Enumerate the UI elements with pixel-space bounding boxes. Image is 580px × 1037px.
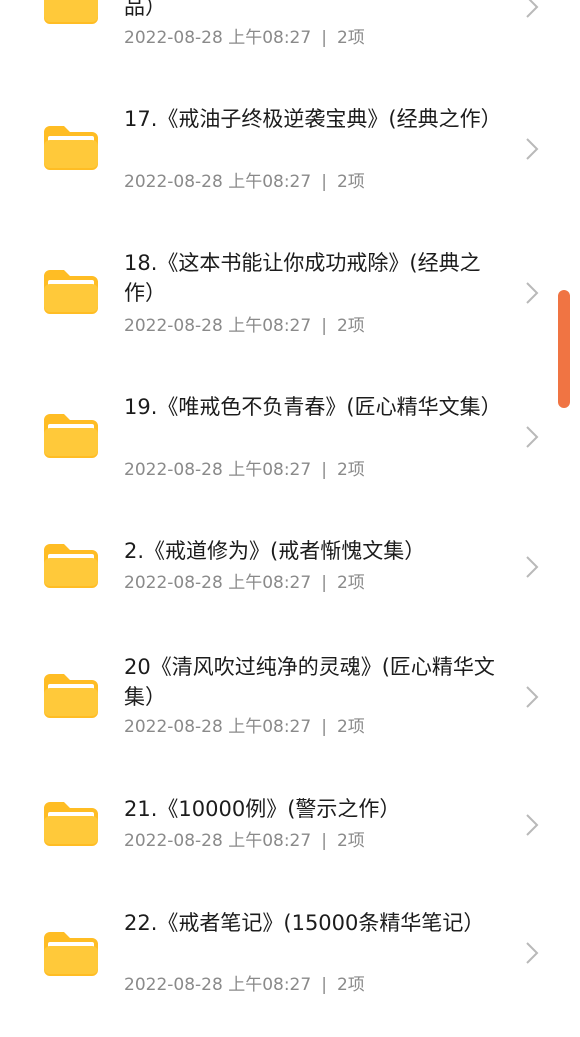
item-count: 2项 [336, 573, 365, 593]
folder-icon [44, 674, 98, 718]
meta-separator: | [321, 831, 327, 851]
item-meta: 2022-08-28 上午08:27 | 2项 [124, 571, 365, 595]
folder-icon [44, 932, 98, 976]
chevron-right-icon [526, 0, 539, 18]
chevron-right-icon [526, 942, 539, 964]
list-item[interactable]: 17.《戒油子终极逆袭宝典》(经典之作） 2022-08-28 上午08:27 |… [0, 100, 580, 200]
list-item[interactable]: 22.《戒者笔记》(15000条精华笔记） 2022-08-28 上午08:27… [0, 906, 580, 1006]
item-meta: 2022-08-28 上午08:27 | 2项 [124, 973, 365, 997]
item-meta: 2022-08-28 上午08:27 | 2项 [124, 26, 365, 50]
item-count: 2项 [336, 975, 365, 995]
meta-separator: | [321, 975, 327, 995]
item-title: 17.《戒油子终极逆袭宝典》(经典之作） [124, 107, 502, 131]
meta-separator: | [321, 717, 327, 737]
list-item[interactable]: 20《清风吹过纯净的灵魂》(匠心精华文集） 2022-08-28 上午08:27… [0, 648, 580, 748]
item-count: 2项 [336, 831, 365, 851]
item-meta: 2022-08-28 上午08:27 | 2项 [124, 458, 365, 482]
item-count: 2项 [336, 28, 365, 48]
item-date: 2022-08-28 上午08:27 [124, 975, 312, 995]
chevron-right-icon [526, 282, 539, 304]
chevron-right-icon [526, 686, 539, 708]
item-date: 2022-08-28 上午08:27 [124, 831, 312, 851]
item-title: 21.《10000例》(警示之作） [124, 797, 401, 821]
item-title: 19.《唯戒色不负青春》(匠心精华文集） [124, 395, 502, 419]
item-title: 18.《这本书能让你成功戒除》(经典之作） [124, 251, 481, 305]
item-title: 20《清风吹过纯净的灵魂》(匠心精华文集） [124, 655, 495, 709]
item-title: 22.《戒者笔记》(15000条精华笔记） [124, 911, 485, 935]
list-item[interactable]: 2.《戒道修为》(戒者惭愧文集） 2022-08-28 上午08:27 | 2项 [0, 532, 580, 602]
chevron-right-icon [526, 138, 539, 160]
item-count: 2项 [336, 316, 365, 336]
item-count: 2项 [336, 717, 365, 737]
list-item[interactable]: 19.《唯戒色不负青春》(匠心精华文集） 2022-08-28 上午08:27 |… [0, 388, 580, 488]
folder-icon [44, 126, 98, 170]
item-date: 2022-08-28 上午08:27 [124, 717, 312, 737]
folder-icon [44, 414, 98, 458]
item-title: 品） [124, 0, 166, 19]
scrollbar-thumb[interactable] [558, 290, 570, 408]
item-title: 2.《戒道修为》(戒者惭愧文集） [124, 539, 426, 563]
meta-separator: | [321, 460, 327, 480]
item-meta: 2022-08-28 上午08:27 | 2项 [124, 314, 365, 338]
chevron-right-icon [526, 814, 539, 836]
meta-separator: | [321, 573, 327, 593]
folder-icon [44, 802, 98, 846]
folder-icon [44, 270, 98, 314]
chevron-right-icon [526, 556, 539, 578]
item-count: 2项 [336, 172, 365, 192]
item-date: 2022-08-28 上午08:27 [124, 316, 312, 336]
item-count: 2项 [336, 460, 365, 480]
list-item[interactable]: 品） 2022-08-28 上午08:27 | 2项 [0, 0, 580, 60]
meta-separator: | [321, 172, 327, 192]
item-meta: 2022-08-28 上午08:27 | 2项 [124, 715, 365, 739]
item-meta: 2022-08-28 上午08:27 | 2项 [124, 170, 365, 194]
meta-separator: | [321, 28, 327, 48]
item-date: 2022-08-28 上午08:27 [124, 460, 312, 480]
list-item[interactable]: 18.《这本书能让你成功戒除》(经典之作） 2022-08-28 上午08:27… [0, 244, 580, 344]
list-item[interactable]: 21.《10000例》(警示之作） 2022-08-28 上午08:27 | 2项 [0, 792, 580, 862]
folder-icon [44, 0, 98, 24]
item-date: 2022-08-28 上午08:27 [124, 172, 312, 192]
chevron-right-icon [526, 426, 539, 448]
item-meta: 2022-08-28 上午08:27 | 2项 [124, 829, 365, 853]
meta-separator: | [321, 316, 327, 336]
item-date: 2022-08-28 上午08:27 [124, 573, 312, 593]
folder-icon [44, 544, 98, 588]
item-date: 2022-08-28 上午08:27 [124, 28, 312, 48]
